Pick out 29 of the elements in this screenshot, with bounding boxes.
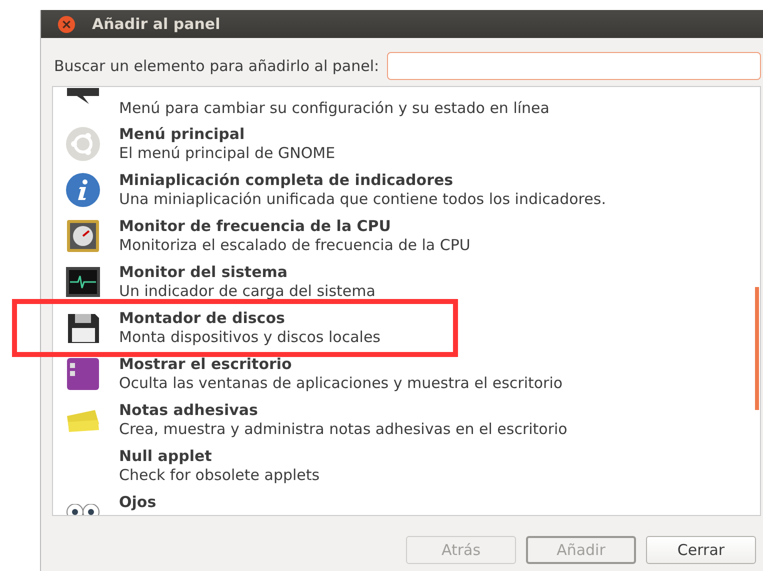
applet-name[interactable]: Montador de discos: [119, 309, 380, 328]
applet-name[interactable]: Monitor de frecuencia de la CPU: [119, 217, 470, 236]
search-field[interactable]: [387, 52, 761, 80]
close-icon[interactable]: [57, 14, 76, 34]
applet-description: Una miniaplicación unificada que contiene todos los indicadores.: [119, 190, 606, 209]
applet-description: Check for obsolete applets: [119, 466, 320, 485]
circle-logo-icon: [65, 126, 101, 162]
applet-name[interactable]: Notas adhesivas: [119, 401, 568, 420]
applet-description: Oculta las ventanas de aplicaciones y muestra el escritorio: [119, 374, 563, 393]
applet-description: El menú principal de GNOME: [119, 144, 336, 163]
applet-name[interactable]: Miniaplicación completa de indicadores: [119, 171, 606, 190]
dialog-button[interactable]: Cerrar: [646, 536, 756, 564]
applet-description: Monta dispositivos y discos locales: [119, 328, 380, 347]
applet-description: Un indicador de carga del sistema: [119, 282, 376, 301]
applet-description: Monitoriza el escalado de frecuencia de la CPU: [119, 236, 470, 255]
search-label: Buscar un elemento para añadirlo al panel:: [54, 57, 380, 75]
applet-description: Menú para cambiar su configuración y su estado en línea: [119, 99, 550, 118]
applet-name[interactable]: Ojos: [119, 493, 156, 512]
desktop-icon: [65, 356, 101, 392]
window-title: Añadir al panel: [92, 15, 220, 33]
applet-name[interactable]: Menú principal: [119, 125, 336, 144]
scrollbar-thumb[interactable]: [755, 287, 759, 410]
cpu-gauge-icon: [65, 218, 101, 254]
monitor-pulse-icon: [65, 264, 101, 300]
applet-description: Crea, muestra y administra notas adhesivas en el escritorio: [119, 420, 568, 439]
info-icon: [65, 172, 101, 208]
applet-name[interactable]: Monitor del sistema: [119, 263, 376, 282]
applet-name[interactable]: Mostrar el escritorio: [119, 355, 563, 374]
applet-name[interactable]: Null applet: [119, 447, 320, 466]
